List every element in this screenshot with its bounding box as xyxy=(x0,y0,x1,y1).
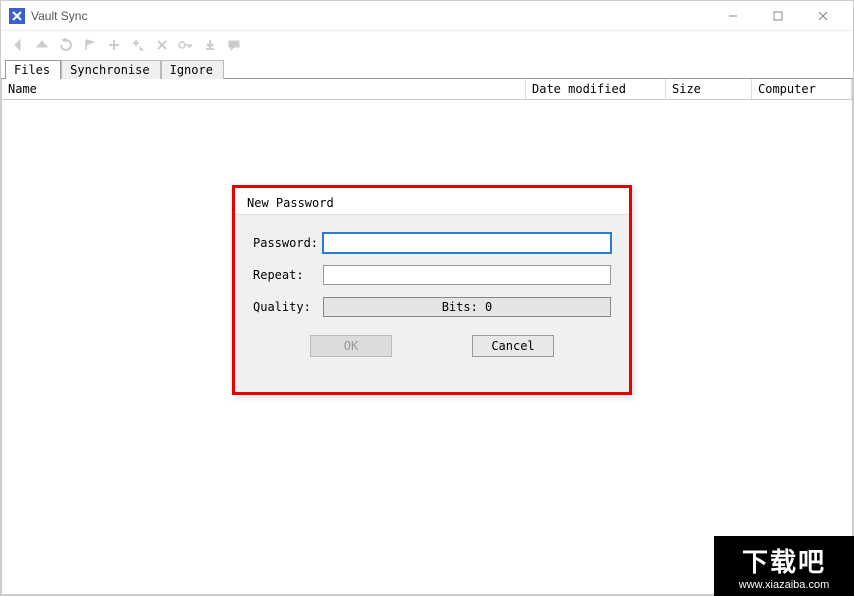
download-icon[interactable] xyxy=(199,34,221,56)
password-input[interactable] xyxy=(323,233,611,253)
up-icon[interactable] xyxy=(31,34,53,56)
column-headers: Name Date modified Size Computer xyxy=(1,79,853,100)
toolbar xyxy=(1,31,853,59)
password-label: Password: xyxy=(253,236,323,250)
app-icon xyxy=(9,8,25,24)
refresh-icon[interactable] xyxy=(55,34,77,56)
dialog-title: New Password xyxy=(235,188,629,215)
window-title: Vault Sync xyxy=(31,9,710,23)
main-window: Vault Sync Files Synchronise Ignore Name… xyxy=(0,0,854,596)
quality-label: Quality: xyxy=(253,300,323,314)
tab-ignore[interactable]: Ignore xyxy=(161,60,224,79)
tabs: Files Synchronise Ignore xyxy=(1,59,853,79)
back-icon[interactable] xyxy=(7,34,29,56)
file-list-area: New Password Password: Repeat: Quality: … xyxy=(1,100,853,595)
cancel-button[interactable]: Cancel xyxy=(472,335,554,357)
maximize-button[interactable] xyxy=(755,2,800,30)
repeat-label: Repeat: xyxy=(253,268,323,282)
tab-synchronise[interactable]: Synchronise xyxy=(61,60,160,79)
new-password-dialog: New Password Password: Repeat: Quality: … xyxy=(232,185,632,395)
header-name[interactable]: Name xyxy=(2,79,526,99)
header-computer[interactable]: Computer xyxy=(752,79,852,99)
flag-icon[interactable] xyxy=(79,34,101,56)
repeat-input[interactable] xyxy=(323,265,611,285)
ok-button[interactable]: OK xyxy=(310,335,392,357)
watermark-url: www.xiazaiba.com xyxy=(739,579,829,591)
header-size[interactable]: Size xyxy=(666,79,752,99)
close-button[interactable] xyxy=(800,2,845,30)
watermark: 下载吧 www.xiazaiba.com xyxy=(714,536,854,596)
titlebar: Vault Sync xyxy=(1,1,853,31)
add-down-icon[interactable] xyxy=(127,34,149,56)
watermark-text: 下载吧 xyxy=(742,542,826,579)
header-date[interactable]: Date modified xyxy=(526,79,666,99)
delete-icon[interactable] xyxy=(151,34,173,56)
quality-bar: Bits: 0 xyxy=(323,297,611,317)
add-icon[interactable] xyxy=(103,34,125,56)
minimize-button[interactable] xyxy=(710,2,755,30)
key-icon[interactable] xyxy=(175,34,197,56)
chat-icon[interactable] xyxy=(223,34,245,56)
tab-files[interactable]: Files xyxy=(5,60,61,79)
